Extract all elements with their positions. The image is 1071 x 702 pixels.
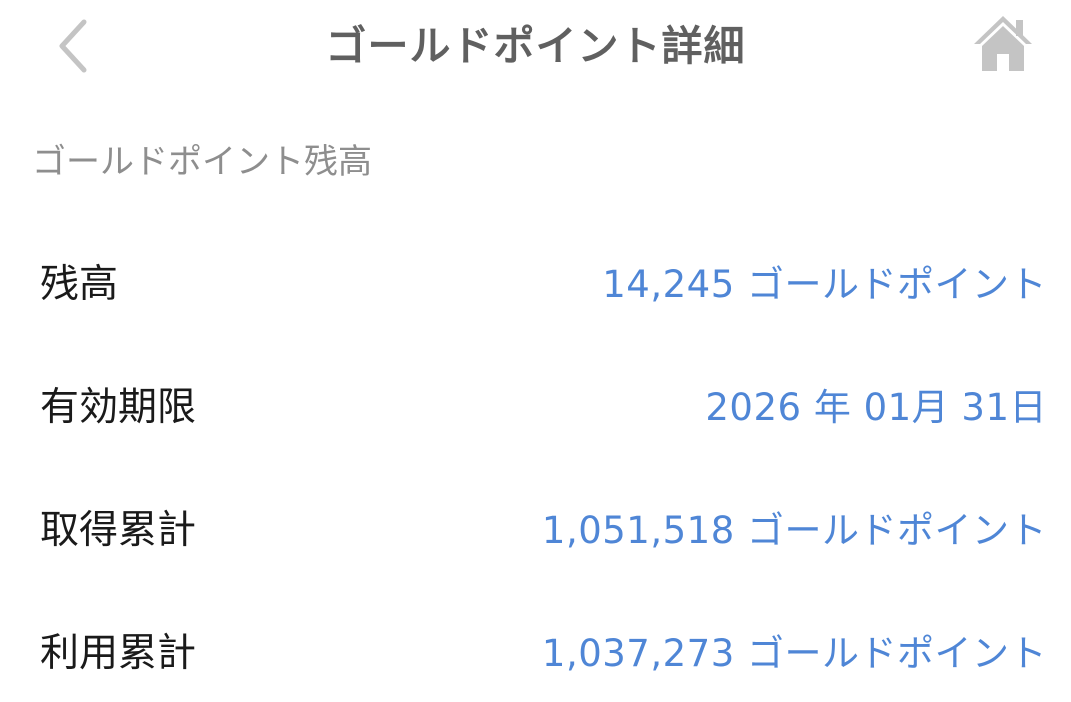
row-used-total: 利用累計 1,037,273 ゴールドポイント xyxy=(0,614,1071,694)
row-earned-total: 取得累計 1,051,518 ゴールドポイント xyxy=(0,491,1071,571)
section-header-balance: ゴールドポイント残高 xyxy=(32,142,372,182)
navigation-bar: ゴールドポイント詳細 xyxy=(0,0,1071,92)
row-label-used-total: 利用累計 xyxy=(40,631,197,676)
page-title: ゴールドポイント詳細 xyxy=(325,22,746,70)
row-label-balance: 残高 xyxy=(40,262,119,307)
row-value-earned-total: 1,051,518 ゴールドポイント xyxy=(541,509,1047,552)
row-label-expiration: 有効期限 xyxy=(40,385,197,430)
row-value-used-total: 1,037,273 ゴールドポイント xyxy=(541,632,1047,675)
row-expiration: 有効期限 2026 年 01月 31日 xyxy=(0,368,1071,448)
row-label-earned-total: 取得累計 xyxy=(40,508,197,553)
row-value-balance: 14,245 ゴールドポイント xyxy=(602,263,1047,306)
row-balance: 残高 14,245 ゴールドポイント xyxy=(0,245,1071,325)
home-icon xyxy=(970,14,1036,74)
row-value-expiration: 2026 年 01月 31日 xyxy=(705,386,1047,429)
home-button[interactable] xyxy=(970,14,1036,74)
